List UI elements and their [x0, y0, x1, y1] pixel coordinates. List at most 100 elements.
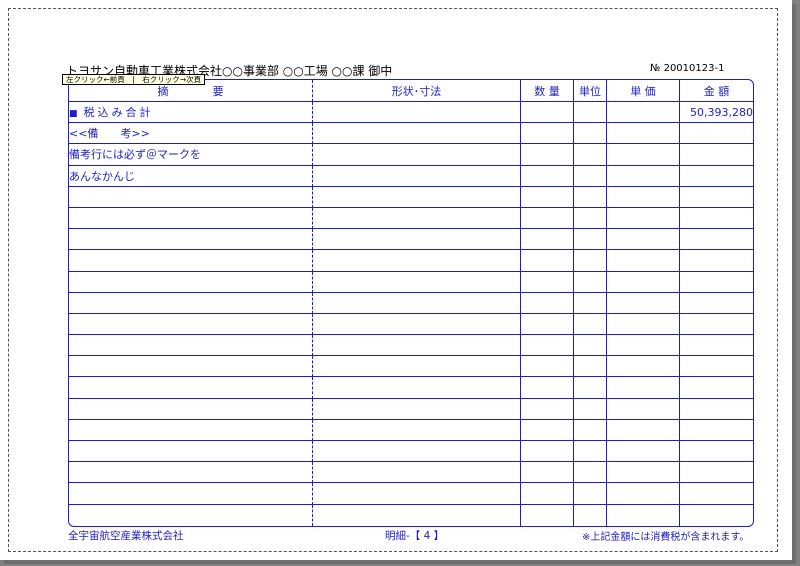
detail-table: 摘 要 形状･寸法 数 量 単位 単 価 金 額 ■ 税込み合計 50,393,2…: [68, 79, 754, 527]
table-row: [69, 441, 753, 463]
table-cell: [607, 186, 680, 208]
total-label: 税込み合計: [83, 106, 154, 120]
table-cell: [574, 292, 607, 314]
note-text: 備考行には必ず＠マークを: [69, 144, 313, 166]
table-cell: [607, 335, 680, 357]
table-cell: [69, 335, 313, 357]
table-cell: [69, 462, 313, 484]
table-cell: [607, 229, 680, 251]
column-header-unit: 単位: [574, 80, 607, 102]
table-cell: [574, 207, 607, 230]
note-row: 備考行には必ず＠マークを: [69, 144, 753, 166]
table-cell: [680, 293, 753, 314]
column-header-quantity: 数 量: [521, 80, 574, 102]
table-cell: [607, 419, 680, 441]
table-cell: [607, 144, 680, 166]
total-row: ■ 税込み合計 50,393,280: [69, 102, 753, 124]
table-cell: [680, 335, 753, 357]
table-cell: [607, 441, 680, 463]
table-cell: [521, 144, 574, 166]
table-cell: [607, 313, 680, 336]
table-cell: [313, 483, 521, 505]
table-cell: [574, 271, 607, 293]
table-cell: [521, 123, 574, 145]
table-cell: [574, 165, 607, 187]
total-label-cell: ■ 税込み合計: [69, 102, 313, 124]
table-cell: [680, 229, 753, 251]
table-cell: [69, 441, 313, 463]
table-cell: [680, 441, 753, 463]
table-cell: [69, 313, 313, 336]
note-text: <<備 考>>: [69, 123, 313, 145]
table-cell: [680, 272, 753, 293]
table-cell: [313, 313, 521, 336]
table-cell: [574, 398, 607, 420]
table-cell: [521, 377, 574, 399]
table-cell: [313, 419, 521, 441]
table-cell: [521, 186, 574, 208]
table-row: [69, 419, 753, 441]
table-cell: [680, 187, 753, 208]
table-row: [69, 398, 753, 420]
table-cell: [69, 504, 313, 526]
table-cell: [521, 250, 574, 272]
table-row: [69, 207, 753, 230]
table-cell: [680, 420, 753, 441]
table-cell: [574, 123, 607, 145]
table-cell: [521, 441, 574, 463]
table-cell: [521, 165, 574, 187]
table-cell: [313, 356, 521, 378]
document-number: № 20010123-1: [650, 63, 725, 74]
table-row: [69, 229, 753, 251]
table-cell: [521, 483, 574, 505]
table-cell: [574, 144, 607, 166]
column-header-spec: 形状･寸法: [313, 80, 521, 102]
table-cell: [521, 356, 574, 378]
table-cell: [521, 504, 574, 526]
table-cell: [313, 377, 521, 399]
table-cell: [680, 399, 753, 420]
table-cell: [574, 102, 607, 124]
table-row: [69, 335, 753, 357]
table-cell: [574, 462, 607, 484]
table-cell: [680, 144, 753, 166]
table-cell: [680, 208, 753, 230]
table-cell: [574, 356, 607, 378]
table-cell: [607, 102, 680, 124]
table-cell: [313, 123, 521, 145]
table-cell: [607, 504, 680, 526]
table-row: [69, 271, 753, 293]
table-cell: [574, 504, 607, 526]
table-cell: [574, 441, 607, 463]
table-cell: [521, 292, 574, 314]
table-cell: [313, 271, 521, 293]
table-cell: [521, 229, 574, 251]
table-cell: [607, 483, 680, 505]
table-cell: [521, 335, 574, 357]
note-row: あんなかんじ: [69, 165, 753, 187]
table-cell: [680, 123, 753, 145]
table-cell: [69, 356, 313, 378]
table-cell: [607, 462, 680, 484]
table-cell: [574, 229, 607, 251]
page-indicator: 明細-【 4 】: [385, 530, 445, 542]
table-cell: [313, 335, 521, 357]
table-row: [69, 504, 753, 526]
table-cell: [574, 186, 607, 208]
table-cell: [521, 271, 574, 293]
total-amount: 50,393,280: [680, 102, 753, 124]
table-cell: [680, 483, 753, 505]
table-cell: [313, 292, 521, 314]
table-cell: [69, 271, 313, 293]
table-cell: [574, 335, 607, 357]
column-header-unit-price: 単 価: [607, 80, 680, 102]
note-text: あんなかんじ: [69, 165, 313, 187]
table-cell: [574, 483, 607, 505]
table-cell: [574, 377, 607, 399]
table-cell: [69, 483, 313, 505]
table-cell: [607, 292, 680, 314]
table-cell: [313, 462, 521, 484]
table-cell: [313, 229, 521, 251]
table-cell: [313, 102, 521, 124]
table-cell: [313, 441, 521, 463]
